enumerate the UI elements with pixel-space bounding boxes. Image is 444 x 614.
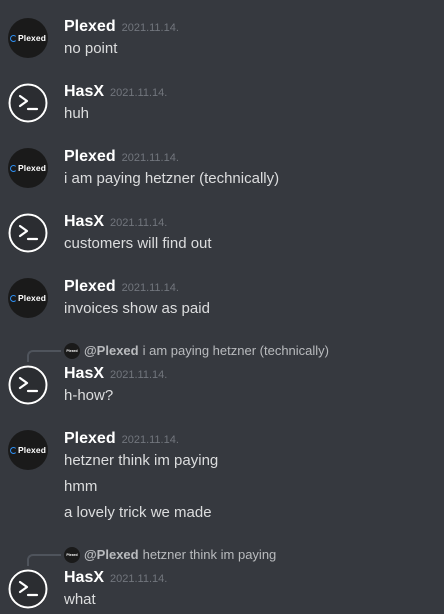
terminal-prompt-icon (8, 569, 48, 609)
message-timestamp: 2021.11.14. (110, 573, 168, 585)
reply-line: @Plexed i am paying hetzner (technically) (84, 343, 329, 358)
reply-avatar: Plexed (64, 343, 80, 359)
reply-author[interactable]: @Plexed (84, 547, 139, 562)
message-text: i am paying hetzner (technically) (64, 170, 280, 187)
reply-author[interactable]: @Plexed (84, 343, 139, 358)
message-text: no point (64, 40, 118, 57)
plexed-logo: Plexed (9, 163, 46, 173)
reply-spine (27, 554, 61, 566)
reply-spine (27, 350, 61, 362)
message-timestamp: 2021.11.14. (121, 282, 179, 294)
avatar-hasx[interactable] (8, 83, 48, 123)
message-timestamp: 2021.11.14. (121, 152, 179, 164)
terminal-prompt-icon (8, 83, 48, 123)
avatar-plexed[interactable]: Plexed (8, 430, 48, 470)
reply-preview[interactable]: Plexed @Plexed hetzner think im paying (0, 546, 444, 566)
message-author[interactable]: Plexed 2021.11.14. (64, 430, 179, 448)
message-timestamp: 2021.11.14. (121, 22, 179, 34)
message-timestamp: 2021.11.14. (110, 87, 168, 99)
plexed-logo: Plexed (9, 33, 46, 43)
avatar-hasx[interactable] (8, 569, 48, 609)
plexed-logo: Plexed (9, 445, 46, 455)
reply-line: @Plexed hetzner think im paying (84, 547, 276, 562)
message-author[interactable]: Plexed 2021.11.14. (64, 278, 179, 296)
avatar-hasx[interactable] (8, 213, 48, 253)
reply-avatar: Plexed (64, 547, 80, 563)
message-text: a lovely trick we made (64, 504, 212, 521)
message-timestamp: 2021.11.14. (110, 369, 168, 381)
message-author[interactable]: HasX 2021.11.14. (64, 365, 167, 383)
avatar-plexed[interactable]: Plexed (8, 148, 48, 188)
message-author[interactable]: Plexed 2021.11.14. (64, 148, 179, 166)
message-text: hetzner think im paying (64, 452, 219, 469)
plexed-logo: Plexed (9, 293, 46, 303)
message-text: h-how? (64, 387, 114, 404)
avatar-plexed[interactable]: Plexed (8, 278, 48, 318)
message-author[interactable]: HasX 2021.11.14. (64, 213, 167, 231)
message-text: huh (64, 105, 90, 122)
reply-preview[interactable]: Plexed @Plexed i am paying hetzner (techn… (0, 342, 444, 362)
message-timestamp: 2021.11.14. (110, 217, 168, 229)
message-author[interactable]: HasX 2021.11.14. (64, 569, 167, 587)
message-text: what (64, 591, 96, 608)
terminal-prompt-icon (8, 213, 48, 253)
avatar-hasx[interactable] (8, 365, 48, 405)
message-timestamp: 2021.11.14. (121, 434, 179, 446)
message-author[interactable]: Plexed 2021.11.14. (64, 18, 179, 36)
message-text: hmm (64, 478, 98, 495)
avatar-plexed[interactable]: Plexed (8, 18, 48, 58)
message-text: customers will find out (64, 235, 212, 252)
terminal-prompt-icon (8, 365, 48, 405)
message-text: invoices show as paid (64, 300, 210, 317)
message-author[interactable]: HasX 2021.11.14. (64, 83, 167, 101)
reply-text: i am paying hetzner (technically) (142, 343, 330, 358)
reply-text: hetzner think im paying (142, 547, 277, 562)
